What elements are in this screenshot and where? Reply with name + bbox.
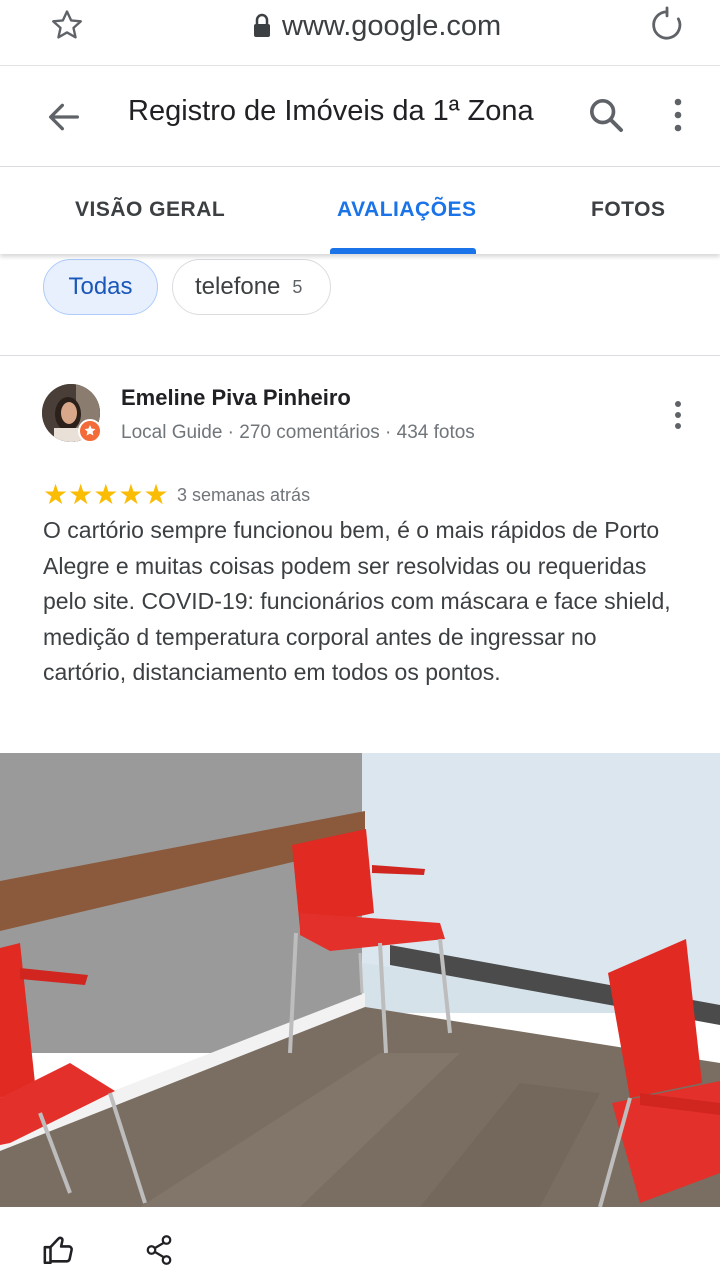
reviewer-meta: Local Guide · 270 comentários · 434 foto…: [121, 422, 475, 443]
chip-telefone[interactable]: telefone 5: [172, 259, 331, 315]
filter-chips: Todas telefone 5: [0, 256, 720, 356]
star-icon: ★: [118, 479, 144, 510]
tab-bar: VISÃO GERAL AVALIAÇÕES FOTOS: [0, 168, 720, 254]
back-arrow-icon[interactable]: [44, 97, 84, 137]
review-text: O cartório sempre funcionou bem, é o mai…: [43, 517, 671, 685]
local-guide-badge-icon: [78, 419, 102, 443]
app-bar: Registro de Imóveis da 1ª Zona: [0, 67, 720, 167]
tab-overview[interactable]: VISÃO GERAL: [75, 198, 225, 222]
share-icon[interactable]: [144, 1233, 174, 1267]
rating-stars: ★ ★ ★ ★ ★: [43, 481, 169, 509]
star-icon: ★: [143, 479, 169, 510]
review-time: 3 semanas atrás: [177, 485, 311, 505]
chip-all-label: Todas: [68, 273, 133, 300]
tab-reviews[interactable]: AVALIAÇÕES: [337, 198, 477, 222]
more-vert-icon[interactable]: [664, 95, 692, 135]
search-icon[interactable]: [586, 95, 626, 135]
review-more-vert-icon[interactable]: [664, 395, 692, 435]
review-actions: [0, 1207, 720, 1280]
url-text: www.google.com: [282, 9, 502, 42]
star-icon: ★: [43, 479, 69, 510]
tab-photos[interactable]: FOTOS: [591, 198, 665, 222]
reviewer-name[interactable]: Emeline Piva Pinheiro: [121, 385, 351, 411]
lock-icon: [254, 13, 270, 37]
url-field[interactable]: www.google.com: [252, 6, 501, 46]
active-tab-indicator: [330, 248, 476, 254]
chip-telefone-label: telefone: [195, 273, 281, 300]
bookmark-star-icon[interactable]: [48, 6, 86, 44]
chip-all[interactable]: Todas: [43, 259, 158, 315]
reload-icon[interactable]: [646, 4, 688, 46]
browser-url-bar: www.google.com: [0, 0, 720, 66]
star-icon: ★: [93, 479, 119, 510]
review-photo[interactable]: [0, 753, 720, 1207]
thumbs-up-icon[interactable]: [42, 1233, 76, 1267]
star-icon: ★: [68, 479, 94, 510]
page-title: Registro de Imóveis da 1ª Zona: [128, 95, 534, 127]
chip-telefone-count: 5: [292, 276, 303, 297]
